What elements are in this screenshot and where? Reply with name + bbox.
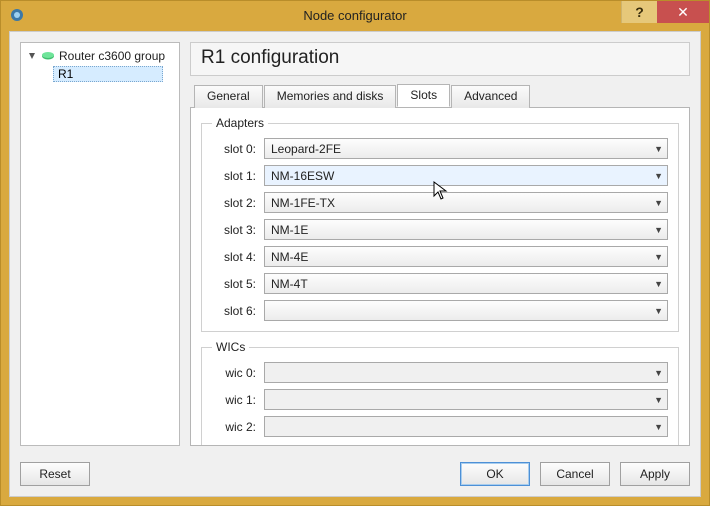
adapter-slot-label: slot 5:	[212, 277, 256, 291]
adapter-slot-select[interactable]: Leopard-2FE▼	[264, 138, 668, 159]
chevron-down-icon: ▼	[654, 368, 663, 378]
window-title: Node configurator	[303, 8, 406, 23]
adapter-slot-select[interactable]: NM-4T▼	[264, 273, 668, 294]
adapter-slot-select[interactable]: NM-4E▼	[264, 246, 668, 267]
adapter-slot-row: slot 6: ▼	[212, 300, 668, 321]
adapter-slot-select[interactable]: ▼	[264, 300, 668, 321]
wic-slot-select: ▼	[264, 389, 668, 410]
tree-panel[interactable]: Router c3600 group R1	[20, 42, 180, 446]
page-title: R1 configuration	[190, 42, 690, 76]
wic-slot-row: wic 0: ▼	[212, 362, 668, 383]
wic-slot-label: wic 1:	[212, 393, 256, 407]
chevron-down-icon: ▼	[654, 144, 663, 154]
adapter-slot-select-value: NM-16ESW	[271, 169, 661, 183]
wic-slot-label: wic 2:	[212, 420, 256, 434]
chevron-down-icon: ▼	[654, 279, 663, 289]
window-frame: Node configurator ? ✕ Router c3600 group	[0, 0, 710, 506]
tab-advanced[interactable]: Advanced	[451, 85, 530, 108]
dialog-button-bar: Reset OK Cancel Apply	[10, 456, 700, 496]
adapter-slot-select-value: Leopard-2FE	[271, 142, 661, 156]
adapter-slot-row: slot 1: NM-16ESW▼	[212, 165, 668, 186]
adapter-slot-select[interactable]: NM-1E▼	[264, 219, 668, 240]
adapter-slot-label: slot 0:	[212, 142, 256, 156]
tab-slots[interactable]: Slots	[397, 84, 450, 107]
adapters-legend: Adapters	[212, 116, 268, 130]
adapter-slot-label: slot 3:	[212, 223, 256, 237]
adapter-slot-row: slot 2: NM-1FE-TX▼	[212, 192, 668, 213]
tab-general[interactable]: General	[194, 85, 263, 108]
adapter-slot-label: slot 4:	[212, 250, 256, 264]
adapters-group: Adapters slot 0:Leopard-2FE▼slot 1:NM-16…	[201, 116, 679, 332]
adapter-slot-label: slot 1:	[212, 169, 256, 183]
adapter-slot-select-value: NM-1FE-TX	[271, 196, 661, 210]
chevron-down-icon: ▼	[654, 171, 663, 181]
adapter-slot-row: slot 3: NM-1E▼	[212, 219, 668, 240]
adapter-slot-label: slot 2:	[212, 196, 256, 210]
adapter-slot-row: slot 4: NM-4E▼	[212, 246, 668, 267]
adapter-slot-label: slot 6:	[212, 304, 256, 318]
adapter-slot-select-value: NM-4E	[271, 250, 661, 264]
chevron-down-icon: ▼	[654, 395, 663, 405]
wic-slot-row: wic 2: ▼	[212, 416, 668, 437]
tab-page-slots: Adapters slot 0:Leopard-2FE▼slot 1:NM-16…	[190, 107, 690, 446]
reset-button[interactable]: Reset	[20, 462, 90, 486]
wic-slot-select: ▼	[264, 362, 668, 383]
apply-button[interactable]: Apply	[620, 462, 690, 486]
chevron-down-icon: ▼	[654, 198, 663, 208]
cancel-button[interactable]: Cancel	[540, 462, 610, 486]
chevron-down-icon: ▼	[654, 225, 663, 235]
title-bar[interactable]: Node configurator ? ✕	[1, 1, 709, 29]
adapter-slot-row: slot 0: Leopard-2FE▼	[212, 138, 668, 159]
wic-slot-label: wic 0:	[212, 366, 256, 380]
tab-strip: General Memories and disks Slots Advance…	[190, 84, 690, 107]
tree-root-label: Router c3600 group	[59, 49, 165, 63]
wics-legend: WICs	[212, 340, 249, 354]
adapter-slot-row: slot 5: NM-4T▼	[212, 273, 668, 294]
client-area: Router c3600 group R1 R1 configuration G…	[9, 31, 701, 497]
tree-node-selected[interactable]: R1	[53, 66, 163, 82]
router-group-icon	[41, 51, 55, 61]
chevron-down-icon: ▼	[654, 422, 663, 432]
wics-group: WICs wic 0: ▼ wic 1: ▼ wic 2: ▼	[201, 340, 679, 446]
close-button[interactable]: ✕	[657, 1, 709, 23]
adapter-slot-select-value: NM-1E	[271, 223, 661, 237]
wic-slot-select: ▼	[264, 416, 668, 437]
adapter-slot-select-value: NM-4T	[271, 277, 661, 291]
adapter-slot-select[interactable]: NM-16ESW▼	[264, 165, 668, 186]
tree-collapse-icon[interactable]	[27, 51, 37, 61]
tree-root-row[interactable]: Router c3600 group	[23, 47, 177, 65]
tab-memories-disks[interactable]: Memories and disks	[264, 85, 397, 108]
app-icon	[9, 7, 25, 23]
adapter-slot-select[interactable]: NM-1FE-TX▼	[264, 192, 668, 213]
wic-slot-row: wic 1: ▼	[212, 389, 668, 410]
ok-button[interactable]: OK	[460, 462, 530, 486]
help-button[interactable]: ?	[621, 1, 657, 23]
chevron-down-icon: ▼	[654, 306, 663, 316]
chevron-down-icon: ▼	[654, 252, 663, 262]
